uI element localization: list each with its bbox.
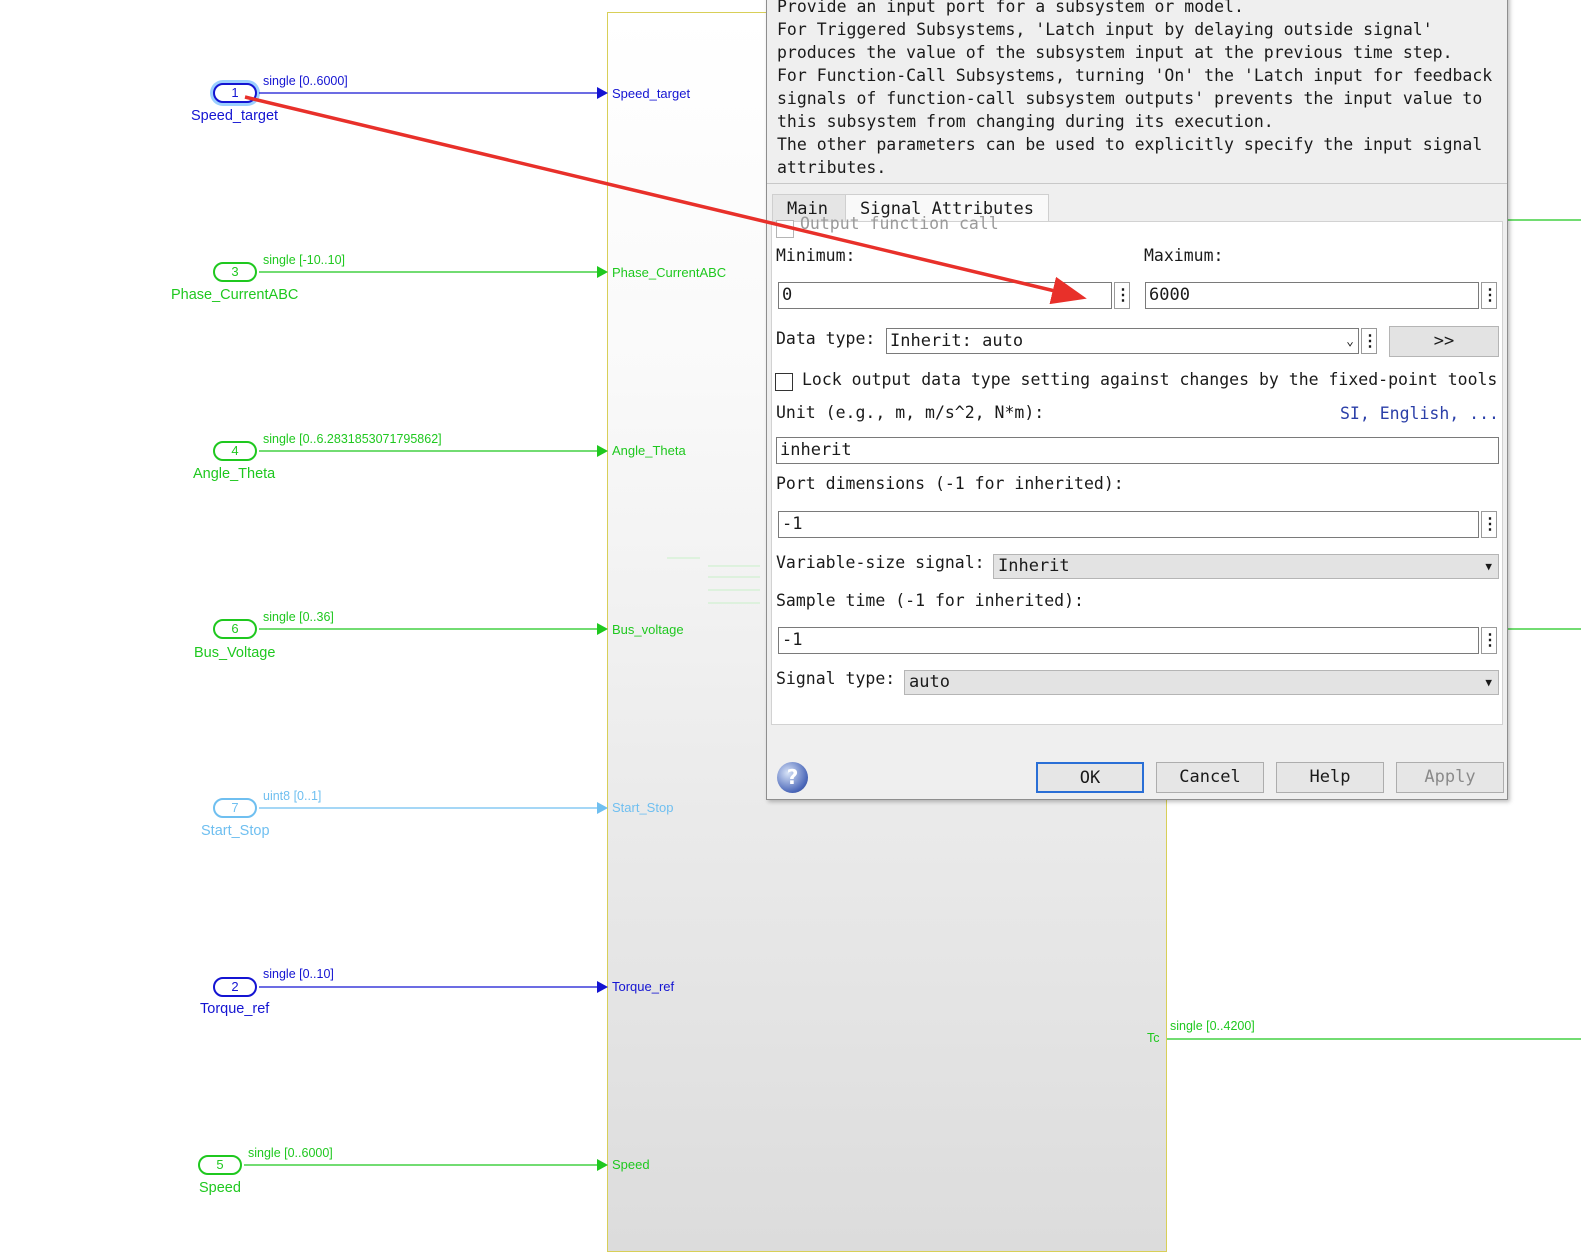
signal-label-speed-target: single [0..6000] xyxy=(263,74,348,88)
maximum-options-icon[interactable]: ⋮ xyxy=(1481,282,1498,309)
sample-time-field[interactable]: -1 xyxy=(778,627,1479,654)
dropdown-arrow-icon: ▼ xyxy=(1485,676,1492,689)
help-button[interactable]: Help xyxy=(1276,762,1384,793)
output-port-label: Tc xyxy=(1147,1031,1160,1045)
question-mark-icon[interactable]: ? xyxy=(777,762,808,793)
port-name-speed: Speed xyxy=(199,1180,241,1196)
inport-start-stop[interactable]: 7 xyxy=(213,798,257,818)
apply-button[interactable]: Apply xyxy=(1396,762,1504,793)
variable-size-label: Variable-size signal: xyxy=(776,553,985,572)
port-name-speed-target: Speed_target xyxy=(191,108,279,124)
output-function-call-label: Output function call xyxy=(800,214,999,233)
description-separator xyxy=(767,183,1507,184)
signal-attributes-panel: Output function call Minimum: Maximum: 0… xyxy=(771,214,1503,725)
minimum-field[interactable]: 0 xyxy=(778,282,1112,309)
minimum-options-icon[interactable]: ⋮ xyxy=(1114,282,1131,309)
chevron-down-icon: ⌄ xyxy=(1346,334,1354,349)
inport-speed[interactable]: 5 xyxy=(198,1155,242,1175)
unit-field[interactable]: inherit xyxy=(776,437,1499,464)
cancel-button[interactable]: Cancel xyxy=(1156,762,1264,793)
port-name-angle-theta: Angle_Theta xyxy=(193,466,276,482)
port-dimensions-label: Port dimensions (-1 for inherited): xyxy=(776,474,1124,493)
data-type-options-icon[interactable]: ⋮ xyxy=(1361,328,1378,354)
inport-bus-voltage[interactable]: 6 xyxy=(213,619,257,639)
port-dimensions-field[interactable]: -1 xyxy=(778,511,1479,538)
port-dimensions-options-icon[interactable]: ⋮ xyxy=(1481,511,1498,538)
variable-size-select[interactable]: Inherit ▼ xyxy=(993,554,1499,579)
sample-time-label: Sample time (-1 for inherited): xyxy=(776,591,1084,610)
input-label-speed: Speed xyxy=(612,1157,650,1172)
input-label-start-stop: Start_Stop xyxy=(612,800,674,815)
lock-data-type-label: Lock output data type setting against ch… xyxy=(802,370,1498,389)
signal-label-speed: single [0..6000] xyxy=(248,1146,333,1160)
data-type-assistant-button[interactable]: >> xyxy=(1389,326,1499,357)
signal-type-value: auto xyxy=(909,672,950,692)
inport-speed-target[interactable]: 1 xyxy=(213,83,257,103)
inport-phase-current[interactable]: 3 xyxy=(213,262,257,282)
port-name-phase-current: Phase_CurrentABC xyxy=(171,287,299,303)
port-name-bus-voltage: Bus_Voltage xyxy=(194,645,276,661)
input-label-torque-ref: Torque_ref xyxy=(612,979,675,994)
signal-type-select[interactable]: auto ▼ xyxy=(904,670,1499,695)
unit-link[interactable]: SI, English, ... xyxy=(1340,404,1499,423)
inner-wiring-hint xyxy=(667,557,760,604)
block-description: Provide an input port for a subsystem or… xyxy=(777,0,1493,177)
lock-data-type-checkbox[interactable] xyxy=(775,373,793,391)
port-name-torque-ref: Torque_ref xyxy=(200,1001,270,1017)
input-label-speed-target: Speed_target xyxy=(612,86,691,101)
data-type-value: Inherit: auto xyxy=(890,331,1024,351)
input-label-angle-theta: Angle_Theta xyxy=(612,443,686,458)
variable-size-value: Inherit xyxy=(998,556,1070,576)
signal-label-torque-ref: single [0..10] xyxy=(263,967,334,981)
input-label-phase-current: Phase_CurrentABC xyxy=(612,265,727,280)
data-type-label: Data type: xyxy=(776,329,876,348)
maximum-label: Maximum: xyxy=(1144,246,1224,265)
maximum-field[interactable]: 6000 xyxy=(1145,282,1479,309)
unit-label: Unit (e.g., m, m/s^2, N*m): xyxy=(776,403,1045,422)
output-function-call-checkbox[interactable] xyxy=(776,220,794,238)
inport-parameters-dialog: Provide an input port for a subsystem or… xyxy=(766,0,1508,800)
signal-label-phase-current: single [-10..10] xyxy=(263,253,345,267)
ok-button[interactable]: OK xyxy=(1036,762,1144,793)
inport-angle-theta[interactable]: 4 xyxy=(213,441,257,461)
signal-type-label: Signal type: xyxy=(776,669,896,688)
sample-time-options-icon[interactable]: ⋮ xyxy=(1481,627,1498,654)
port-name-start-stop: Start_Stop xyxy=(201,823,270,839)
dropdown-arrow-icon: ▼ xyxy=(1485,560,1492,573)
signal-label-bus-voltage: single [0..36] xyxy=(263,610,334,624)
minimum-label: Minimum: xyxy=(776,246,856,265)
inport-torque-ref[interactable]: 2 xyxy=(213,977,257,997)
signal-label-start-stop: uint8 [0..1] xyxy=(263,789,322,803)
output-signal-label: single [0..4200] xyxy=(1170,1019,1255,1033)
signal-label-angle-theta: single [0..6.2831853071795862] xyxy=(263,432,442,446)
data-type-select[interactable]: Inherit: auto ⌄ xyxy=(886,328,1359,354)
input-label-bus-voltage: Bus_voltage xyxy=(612,622,684,637)
